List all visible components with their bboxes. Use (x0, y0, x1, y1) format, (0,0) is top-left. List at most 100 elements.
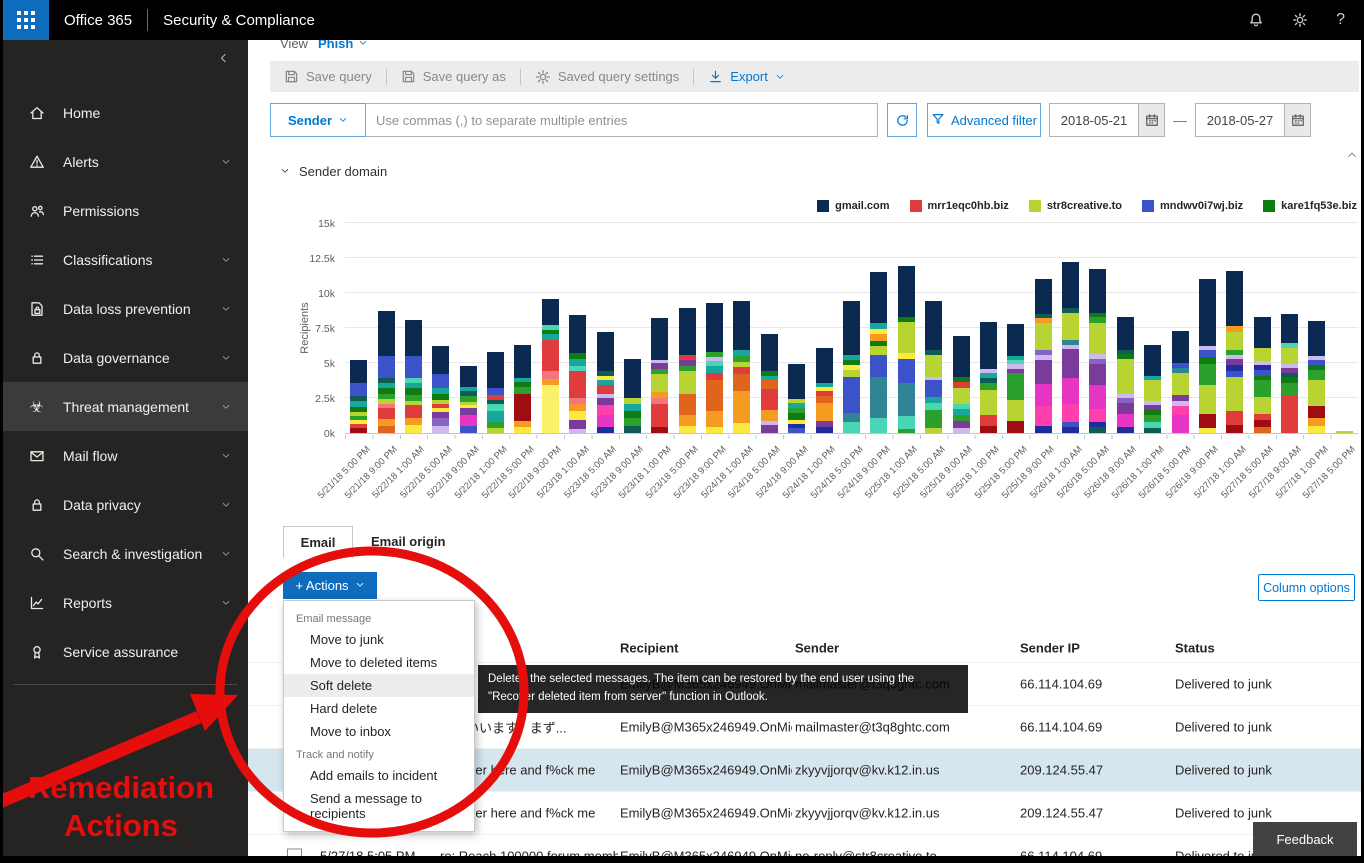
chart-bar[interactable] (487, 352, 504, 433)
chart-bar[interactable] (1254, 317, 1271, 433)
help-icon[interactable]: ? (1336, 11, 1345, 29)
chart-bar[interactable] (350, 360, 367, 433)
chart-bar[interactable] (706, 303, 723, 433)
sidebar-item-mail-flow[interactable]: Mail flow (3, 431, 248, 480)
date-from-field[interactable]: 2018-05-21 (1049, 103, 1139, 137)
column-header-recipient[interactable]: Recipient (620, 641, 792, 656)
chart-bar[interactable] (1281, 314, 1298, 433)
refresh-button[interactable] (887, 103, 917, 137)
chart-bar[interactable] (569, 315, 586, 433)
export-button[interactable]: Export (708, 69, 785, 84)
chart-bar[interactable] (597, 332, 614, 433)
chart-bar[interactable] (1172, 331, 1189, 433)
app-launcher-icon[interactable] (3, 0, 49, 40)
menu-item-move-to-deleted-items[interactable]: Move to deleted items (284, 651, 474, 674)
calendar-icon[interactable] (1139, 103, 1165, 137)
menu-item-hard-delete[interactable]: Hard delete (284, 697, 474, 720)
column-header-ip[interactable]: Sender IP (1020, 641, 1168, 656)
sidebar-item-reports[interactable]: Reports (3, 578, 248, 627)
chevron-up-icon[interactable] (1346, 148, 1358, 166)
chart-bar[interactable] (733, 301, 750, 433)
filter-value-input[interactable] (366, 103, 878, 137)
chart-bar[interactable] (1007, 324, 1024, 433)
legend-swatch (1142, 200, 1154, 212)
chart-bar[interactable] (405, 320, 422, 433)
notifications-bell-icon[interactable] (1248, 12, 1264, 28)
chart-bar[interactable] (870, 272, 887, 433)
ip-link[interactable]: 66.114.104.69 (1020, 720, 1168, 735)
sidebar-item-service-assurance[interactable]: Service assurance (3, 627, 248, 676)
chart-bar[interactable] (460, 366, 477, 433)
sidebar-item-data-loss-prevention[interactable]: Data loss prevention (3, 284, 248, 333)
tab-email[interactable]: Email (283, 526, 353, 558)
save-query-button[interactable]: Save query (284, 69, 372, 84)
sidebar-item-home[interactable]: Home (3, 88, 248, 137)
sidebar-item-classifications[interactable]: Classifications (3, 235, 248, 284)
chart-bar[interactable] (1117, 317, 1134, 433)
table-row[interactable]: 5/27/18 5:05 PMre: Reach 100000 forum me… (248, 834, 1361, 856)
sidebar-item-threat-management[interactable]: ☣Threat management (3, 382, 248, 431)
recipient-link[interactable]: EmilyB@M365x246949.OnMicros... (620, 849, 792, 857)
filter-field-selector[interactable]: Sender (270, 103, 366, 137)
save-query-as-button[interactable]: Save query as (401, 69, 506, 84)
column-header-status[interactable]: Status (1175, 641, 1353, 656)
recipient-link[interactable]: EmilyB@M365x246949.OnMicros... (620, 720, 792, 735)
brand-office365[interactable]: Office 365 (64, 12, 132, 29)
menu-item-send-a-message-to-recipients[interactable]: Send a message to recipients (284, 787, 474, 825)
chart-bar[interactable] (843, 301, 860, 433)
advanced-filter-button[interactable]: Advanced filter (927, 103, 1041, 137)
bar-segment (870, 272, 887, 323)
chart-bar[interactable] (542, 299, 559, 433)
chart-bar[interactable] (378, 311, 395, 433)
chart-bar[interactable] (1035, 279, 1052, 433)
sidebar-item-data-privacy[interactable]: Data privacy (3, 480, 248, 529)
chart-bar[interactable] (651, 318, 668, 433)
ip-link[interactable]: 209.124.55.47 (1020, 806, 1168, 821)
chart-bar[interactable] (1062, 262, 1079, 433)
saved-query-settings-button[interactable]: Saved query settings (535, 69, 679, 85)
chart-bar[interactable] (514, 345, 531, 433)
recipient-link[interactable]: EmilyB@M365x246949.OnMicros... (620, 763, 792, 778)
sidebar-item-data-governance[interactable]: Data governance (3, 333, 248, 382)
chart-bar[interactable] (1226, 271, 1243, 433)
feedback-button[interactable]: Feedback (1253, 822, 1357, 856)
calendar-icon[interactable] (1285, 103, 1311, 137)
column-options-button[interactable]: Column options (1258, 574, 1355, 601)
chart-bar[interactable] (624, 359, 641, 433)
chart-bar[interactable] (761, 334, 778, 433)
ip-link[interactable]: 209.124.55.47 (1020, 763, 1168, 778)
chart-bar[interactable] (898, 266, 915, 433)
chart-bar[interactable] (432, 346, 449, 433)
sidebar-item-search-investigation[interactable]: Search & investigation (3, 529, 248, 578)
chart-bar[interactable] (816, 348, 833, 433)
row-checkbox[interactable] (287, 849, 302, 857)
sender-domain-section-header[interactable]: Sender domain (280, 164, 387, 179)
chart-bar[interactable] (980, 322, 997, 433)
menu-item-soft-delete[interactable]: Soft delete (284, 674, 474, 697)
chart-bar[interactable] (1199, 279, 1216, 433)
date-to-field[interactable]: 2018-05-27 (1195, 103, 1285, 137)
tab-email-origin[interactable]: Email origin (371, 534, 445, 549)
chart-bar[interactable] (1336, 431, 1353, 433)
settings-gear-icon[interactable] (1292, 12, 1308, 28)
chart-bar[interactable] (1089, 269, 1106, 433)
chart-bar[interactable] (1144, 345, 1161, 433)
recipient-link[interactable]: EmilyB@M365x246949.OnMicros... (620, 806, 792, 821)
menu-item-move-to-inbox[interactable]: Move to inbox (284, 720, 474, 743)
chart-bar[interactable] (1308, 321, 1325, 433)
actions-button[interactable]: + Actions (283, 572, 377, 599)
ip-link[interactable]: 66.114.104.69 (1020, 849, 1168, 857)
chart-bar[interactable] (925, 301, 942, 433)
chart-bar[interactable] (788, 364, 805, 433)
sidebar-item-label: Data privacy (63, 497, 141, 513)
subject-link[interactable]: re: Reach 100000 forum members (440, 849, 618, 857)
column-header-sender[interactable]: Sender (795, 641, 1015, 656)
menu-item-move-to-junk[interactable]: Move to junk (284, 628, 474, 651)
ip-link[interactable]: 66.114.104.69 (1020, 677, 1168, 692)
sidebar-collapse-chevron-icon[interactable] (217, 52, 230, 70)
menu-item-add-emails-to-incident[interactable]: Add emails to incident (284, 764, 474, 787)
sidebar-item-permissions[interactable]: Permissions (3, 186, 248, 235)
chart-bar[interactable] (679, 308, 696, 433)
sidebar-item-alerts[interactable]: Alerts (3, 137, 248, 186)
chart-bar[interactable] (953, 336, 970, 433)
